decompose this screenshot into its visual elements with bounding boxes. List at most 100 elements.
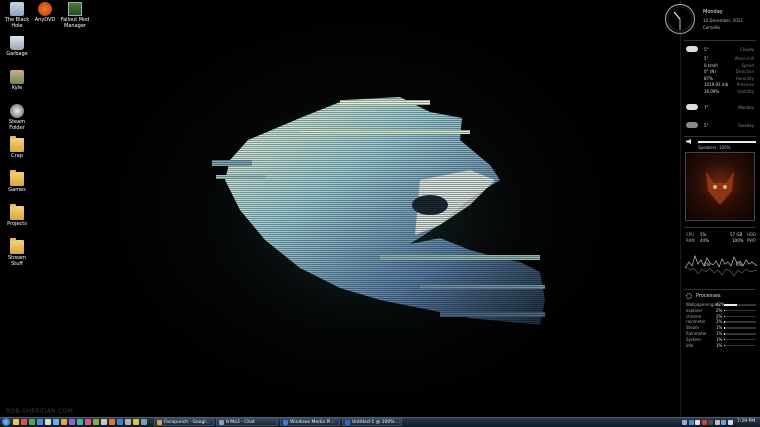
volume-slider[interactable] xyxy=(698,141,756,143)
album-art[interactable] xyxy=(685,152,755,221)
process-bar-track xyxy=(724,309,756,312)
tray-icon[interactable] xyxy=(714,420,720,425)
process-name: explorer xyxy=(686,307,703,313)
quick-launch-icon[interactable] xyxy=(45,419,51,425)
desktop-icon[interactable]: Garbage xyxy=(2,36,32,57)
taskbar-button[interactable]: Untitled-1 @ 100% ... xyxy=(342,418,402,426)
quick-launch-icon[interactable] xyxy=(77,419,83,425)
weather-detail-value: 87% xyxy=(704,75,713,81)
tray-icon[interactable] xyxy=(695,420,700,425)
process-bar-fill xyxy=(724,338,725,341)
process-bar-track xyxy=(724,344,756,347)
quick-launch-icon[interactable] xyxy=(21,419,27,425)
process-bar-track xyxy=(724,304,756,306)
process-bar-track xyxy=(724,338,756,341)
process-bar-fill xyxy=(724,315,725,318)
tray-icon[interactable] xyxy=(701,420,707,425)
user-icon xyxy=(10,70,24,84)
desktop-icon-label: Steam Folder xyxy=(8,119,26,131)
process-value: 2% xyxy=(716,313,723,319)
process-row: Steam 1% xyxy=(686,325,756,330)
process-bar-fill xyxy=(724,327,725,329)
taskbar-button[interactable]: Facepunch - Googl... xyxy=(154,418,214,426)
weather-detail-key: Speed xyxy=(741,62,754,68)
desktop-icon[interactable]: Kyle xyxy=(2,70,32,91)
taskbar-clock[interactable]: 7:29 PM xyxy=(737,419,755,424)
glitch-skull-artwork xyxy=(170,70,570,370)
net-row: 5% 6% xyxy=(686,262,756,267)
process-bar-fill xyxy=(724,333,725,335)
ram-value: 44% xyxy=(700,238,709,243)
divider xyxy=(684,40,756,41)
clock-day: Monday xyxy=(703,9,723,15)
process-bar-fill xyxy=(724,304,738,306)
weather-detail-value: 1019.92 mb xyxy=(704,82,729,87)
volume-level xyxy=(698,141,756,143)
weather-detail-row: 1019.92 mb Pressure xyxy=(686,82,756,87)
quick-launch-icon[interactable] xyxy=(109,419,115,425)
desktop-icon[interactable]: Stream Stuff xyxy=(2,238,32,267)
quick-launch-icon[interactable] xyxy=(69,419,75,425)
tray-icon[interactable] xyxy=(688,420,694,425)
next-label: Tuesday xyxy=(737,123,754,128)
taskbar-button-label: Windows Media Pl... xyxy=(290,420,335,425)
quick-launch-icon[interactable] xyxy=(61,419,67,425)
process-name: System xyxy=(686,336,701,342)
quick-launch-icon[interactable] xyxy=(141,419,147,425)
desktop-icon[interactable]: Games xyxy=(2,170,32,193)
process-bar-track xyxy=(724,315,756,318)
hdd-label: HDD xyxy=(746,232,756,237)
quick-launch-icon[interactable] xyxy=(117,419,123,425)
cpu-row: CPU 5% 57 GB HDD xyxy=(686,232,756,237)
desktop-icon[interactable]: Fallout Mod Manager xyxy=(60,2,90,29)
divider xyxy=(684,136,756,137)
taskbar-button[interactable]: 8 Mo3 - Chat xyxy=(216,418,278,426)
app-icon xyxy=(345,420,350,425)
quick-launch-icon[interactable] xyxy=(37,419,43,425)
app-icon xyxy=(157,420,162,425)
quick-launch-icon[interactable] xyxy=(29,419,35,425)
weather-condition: Cloudy xyxy=(740,47,754,52)
tray-icon[interactable] xyxy=(708,420,713,425)
app-icon xyxy=(68,2,82,16)
desktop-icon[interactable]: Projects xyxy=(2,204,32,227)
process-bar-track xyxy=(724,333,756,335)
taskbar-button[interactable]: Windows Media Pl... xyxy=(280,418,340,426)
start-button[interactable] xyxy=(2,418,10,426)
quick-launch-icon[interactable] xyxy=(53,419,59,425)
desktop-icon[interactable]: Steam Folder xyxy=(2,104,32,131)
desktop-icon-label: Projects xyxy=(7,221,27,227)
taskbar-button-label: Facepunch - Googl... xyxy=(164,420,210,425)
desktop-icon[interactable]: Crap xyxy=(2,136,32,159)
quick-launch-icon[interactable] xyxy=(93,419,99,425)
tray-icon[interactable] xyxy=(682,420,687,425)
clock-location: Cornellis xyxy=(703,25,721,30)
desktop-icon-label: Stream Stuff xyxy=(7,255,27,267)
analog-clock xyxy=(664,3,696,35)
process-bar-fill xyxy=(724,309,725,312)
weather-detail-row: 0 km/h Speed xyxy=(686,63,756,68)
weather-detail-key: Visibility xyxy=(737,88,754,94)
quick-launch-icon[interactable] xyxy=(133,419,139,425)
desktop-icon[interactable]: AnyDVD xyxy=(30,2,60,23)
process-row: chrome 2% xyxy=(686,314,756,319)
weather-detail-key: Humidity xyxy=(735,75,754,81)
tomorrow-temp: 7° xyxy=(704,105,709,110)
folder-icon xyxy=(10,170,24,186)
process-name: Idle xyxy=(686,342,694,348)
quick-launch-icon[interactable] xyxy=(125,419,131,425)
process-name: Steam xyxy=(686,325,699,331)
desktop-icon-label: Hole xyxy=(11,23,23,29)
tray-icon[interactable] xyxy=(721,420,726,425)
weather-detail-value: 0° (N) xyxy=(704,69,716,74)
weather-detail-value: 5° xyxy=(704,56,709,61)
divider xyxy=(684,227,756,228)
process-name: Wallpaperengine xyxy=(686,302,720,307)
quick-launch-icon[interactable] xyxy=(85,419,91,425)
gear-icon xyxy=(686,293,692,299)
quick-launch-icon[interactable] xyxy=(13,419,19,425)
tray-icon[interactable] xyxy=(727,420,733,425)
recycle-icon xyxy=(10,2,24,16)
quick-launch-icon[interactable] xyxy=(101,419,107,425)
desktop-icon[interactable]: The Black Hole xyxy=(2,2,32,29)
